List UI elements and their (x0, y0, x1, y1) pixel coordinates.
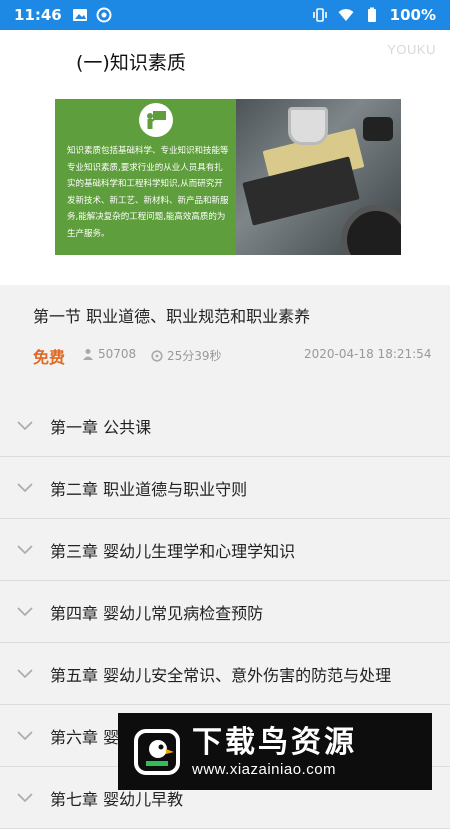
vibrate-icon (312, 8, 327, 22)
chapter-item[interactable]: 第一章 公共课 (0, 395, 450, 457)
chapter-label: 第五章 婴幼儿安全常识、意外伤害的防范与处理 (50, 665, 392, 685)
chapter-label: 第六章 婴 (50, 727, 120, 747)
youku-watermark: YOUKU (387, 42, 436, 57)
chevron-down-icon (17, 792, 33, 802)
chapter-item[interactable]: 第五章 婴幼儿安全常识、意外伤害的防范与处理 (0, 643, 450, 705)
duration: 25分39秒 (151, 347, 222, 364)
person-icon (83, 349, 93, 360)
chapter-label: 第四章 婴幼儿常见病检查预防 (50, 603, 264, 623)
view-count-value: 50708 (98, 347, 137, 361)
price-label: 免费 (33, 348, 66, 367)
chapter-label: 第三章 婴幼儿生理学和心理学知识 (50, 541, 296, 561)
banner-url: www.xiazainiao.com (192, 761, 337, 778)
slide-photo (236, 99, 401, 255)
chapter-label: 第二章 职业道德与职业守则 (50, 479, 248, 499)
mug-shape (288, 107, 328, 145)
chevron-down-icon (17, 730, 33, 740)
chevron-down-icon (17, 420, 33, 430)
slide-text-panel: 知识素质包括基础科学、专业知识和技能等专业知识素质,要求行业的从业人员具有扎实的… (55, 99, 236, 255)
battery-level: 100% (389, 6, 436, 24)
video-slide: 知识素质包括基础科学、专业知识和技能等专业知识素质,要求行业的从业人员具有扎实的… (55, 99, 401, 255)
clock-icon (151, 349, 163, 362)
chevron-down-icon (17, 482, 33, 492)
chapter-item[interactable]: 第四章 婴幼儿常见病检查预防 (0, 581, 450, 643)
chapter-item[interactable]: 第三章 婴幼儿生理学和心理学知识 (0, 519, 450, 581)
lesson-title: 第一节 职业道德、职业规范和职业素养 (33, 307, 311, 326)
battery-icon (367, 7, 376, 22)
lens-shape (341, 205, 401, 255)
camera-shape (363, 117, 393, 141)
banner-title: 下载鸟资源 (192, 725, 357, 760)
status-time: 11:46 (14, 6, 62, 24)
download-bird-banner: 下载鸟资源 www.xiazainiao.com (118, 713, 432, 790)
video-player[interactable]: (一)知识素质 YOUKU 知识素质包括基础科学、专业知识和技能等专业知识素质,… (0, 30, 450, 285)
image-icon (72, 9, 87, 21)
chevron-down-icon (17, 668, 33, 678)
lesson-info: 第一节 职业道德、职业规范和职业素养 免费 50708 25分39秒 2020-… (0, 285, 450, 381)
status-bar: 11:46 100% (0, 0, 450, 30)
bird-logo-icon (130, 725, 184, 779)
slide-body-text: 知识素质包括基础科学、专业知识和技能等专业知识素质,要求行业的从业人员具有扎实的… (67, 146, 229, 239)
wifi-icon (338, 9, 354, 21)
chapter-label: 第一章 公共课 (50, 417, 152, 437)
view-count: 50708 (82, 347, 136, 361)
record-icon (96, 7, 112, 23)
chevron-down-icon (17, 544, 33, 554)
chapter-item[interactable]: 第二章 职业道德与职业守则 (0, 457, 450, 519)
publish-date: 2020-04-18 18:21:54 (304, 347, 432, 361)
teacher-icon (139, 103, 173, 137)
chevron-down-icon (17, 606, 33, 616)
duration-value: 25分39秒 (167, 349, 222, 363)
video-slide-title: (一)知识素质 (76, 52, 186, 74)
